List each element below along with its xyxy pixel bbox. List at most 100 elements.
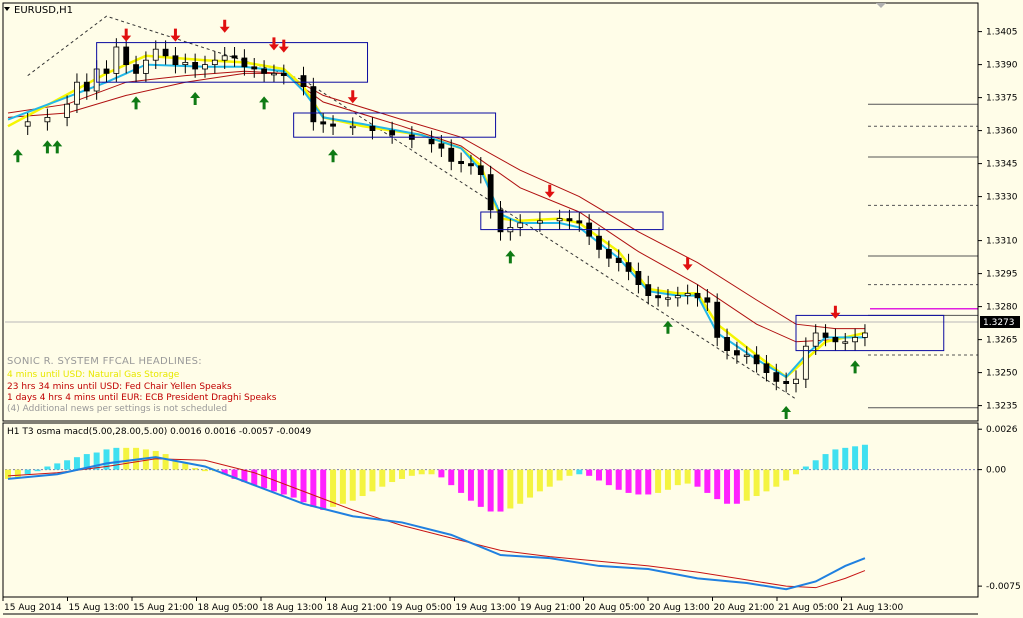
indicator-panel[interactable] xyxy=(5,444,978,591)
candle-body xyxy=(192,62,199,70)
time-tick-label: 21 Aug 13:00 xyxy=(843,603,904,613)
candle-body xyxy=(458,160,465,164)
sell-arrow-icon xyxy=(268,37,279,51)
candle-body xyxy=(684,292,691,296)
indicator-tick-label: 0.0026 xyxy=(986,425,1018,435)
headline-1: 4 mins until USD: Natural Gas Storage xyxy=(7,370,180,380)
trend-line xyxy=(27,15,797,400)
candle-body xyxy=(576,220,583,224)
candle-body xyxy=(674,295,681,299)
candle-body xyxy=(162,48,169,57)
candle-body xyxy=(113,46,120,74)
candle-body xyxy=(330,123,336,127)
candle-body xyxy=(103,68,110,74)
candle-body xyxy=(74,81,80,105)
candle-body xyxy=(704,297,711,303)
buy-arrow-icon xyxy=(131,96,142,110)
price-tick-label: 1.3390 xyxy=(986,61,1018,71)
candle-body xyxy=(428,138,435,145)
candle-body xyxy=(182,62,189,66)
candle-body xyxy=(142,59,149,74)
time-tick-label: 19 Aug 05:00 xyxy=(391,603,452,613)
chart-canvas[interactable]: 1.3405 1.3390 1.3375 1.3360 1.3345 1.3330 1.33… xyxy=(0,0,1023,618)
candle-body xyxy=(655,295,661,299)
candle-body xyxy=(832,336,839,343)
sell-arrow-icon xyxy=(830,305,841,319)
price-tick-label: 1.3265 xyxy=(986,336,1018,346)
candle-body xyxy=(566,218,573,222)
chart-window: 1.3405 1.3390 1.3375 1.3360 1.3345 1.3330 1.33… xyxy=(0,0,1023,618)
buy-arrow-icon xyxy=(662,320,673,334)
candle-body xyxy=(320,121,327,125)
buy-arrow-icon xyxy=(259,96,270,110)
candle-body xyxy=(783,380,790,384)
candle-body xyxy=(349,125,356,129)
candle-body xyxy=(172,55,179,65)
candle-body xyxy=(468,163,474,167)
buy-arrow-icon xyxy=(52,140,63,154)
price-tick-label: 1.3345 xyxy=(986,160,1018,170)
candle-body xyxy=(842,341,849,344)
candle-body xyxy=(517,222,524,228)
candle-body xyxy=(448,147,455,162)
time-tick-label: 21 Aug 05:00 xyxy=(778,603,839,613)
buy-arrow-icon xyxy=(850,360,861,374)
candle-body xyxy=(763,363,770,373)
candle-body xyxy=(133,64,139,74)
candle-body xyxy=(665,297,671,300)
candle-body xyxy=(694,292,701,299)
candle-body xyxy=(605,248,612,259)
candle-body xyxy=(123,46,130,66)
time-tick-label: 20 Aug 13:00 xyxy=(649,603,710,613)
axes: 1.3405 1.3390 1.3375 1.3360 1.3345 1.3330 1.33… xyxy=(2,2,1021,615)
candle-body xyxy=(497,209,504,233)
candle-body xyxy=(743,354,750,357)
indicator-title: H1 T3 osma macd(5.00,28.00,5.00) 0.0016 … xyxy=(7,427,311,437)
buy-arrow-icon xyxy=(190,92,201,105)
candle-body xyxy=(202,64,208,70)
time-tick-label: 18 Aug 13:00 xyxy=(262,603,323,613)
candle-body xyxy=(221,55,228,61)
time-tick-label: 20 Aug 05:00 xyxy=(585,603,646,613)
candle-body xyxy=(251,66,258,70)
candle-body xyxy=(852,336,858,343)
candle-body xyxy=(862,332,868,338)
headlines-title: SONIC R. SYSTEM FFCAL HEADLINES: xyxy=(7,356,202,367)
time-tick-label: 15 Aug 21:00 xyxy=(133,603,194,613)
buy-arrow-icon xyxy=(328,149,339,163)
time-tick-label: 20 Aug 21:00 xyxy=(714,603,775,613)
candle-body xyxy=(310,86,317,123)
candle-body xyxy=(625,262,632,272)
price-tick-label: 1.3405 xyxy=(986,28,1018,38)
candle-body xyxy=(714,301,721,338)
sell-arrow-icon xyxy=(121,28,132,42)
candle-body xyxy=(822,332,829,338)
candle-body xyxy=(231,55,238,59)
sell-arrow-icon xyxy=(278,39,289,53)
buy-arrow-icon xyxy=(12,149,23,163)
price-tick-label: 1.3375 xyxy=(986,94,1018,104)
price-tick-label: 1.3360 xyxy=(986,127,1018,137)
candle-body xyxy=(280,73,287,77)
candle-body xyxy=(487,174,494,211)
price-tick-label: 1.3310 xyxy=(986,237,1018,247)
candle-body xyxy=(802,345,809,380)
symbol-menu-icon[interactable] xyxy=(4,7,10,11)
headline-4: (4) Additional news per settings is not … xyxy=(7,404,227,414)
candle-body xyxy=(753,354,760,365)
scroll-triangle-icon[interactable] xyxy=(876,3,886,8)
candle-body xyxy=(211,59,218,66)
candle-body xyxy=(438,143,445,149)
candle-body xyxy=(635,270,642,285)
buy-arrow-icon xyxy=(781,406,792,419)
candle-body xyxy=(556,218,563,222)
sell-arrow-icon xyxy=(219,19,230,33)
time-tick-label: 15 Aug 2014 xyxy=(4,603,62,613)
price-tick-label: 1.3235 xyxy=(986,402,1018,412)
buy-arrow-icon xyxy=(505,250,516,264)
candle-body xyxy=(645,284,652,297)
time-tick-label: 15 Aug 13:00 xyxy=(69,603,130,613)
ema-slow-lower-line xyxy=(7,72,866,343)
sell-arrow-icon xyxy=(544,184,555,198)
headline-3: 1 days 4 hrs 4 mins until EUR: ECB Presi… xyxy=(7,393,277,403)
